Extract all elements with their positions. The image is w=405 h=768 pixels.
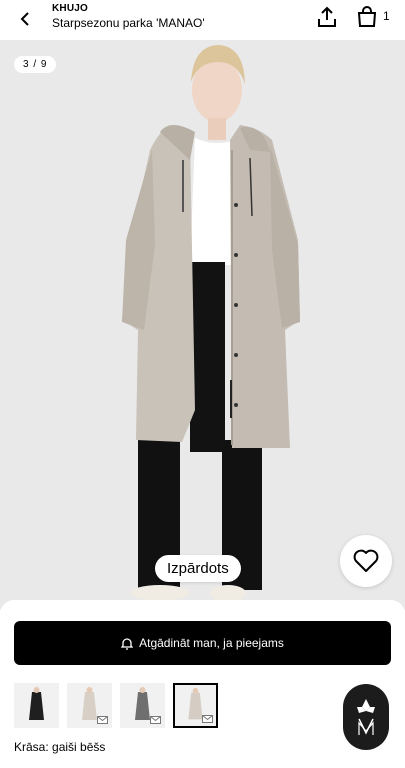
brand-name[interactable]: KHUJO: [52, 3, 88, 14]
chat-assistant-button[interactable]: [343, 684, 389, 750]
selected-color-label: Krāsa: gaiši bēšs: [14, 740, 106, 754]
product-photo: [122, 45, 300, 601]
product-actions-sheet: Atgādināt man, ja pieejams Krāsa: gaiši …: [0, 600, 405, 768]
bell-icon: [121, 637, 134, 650]
product-title: Starpsezonu parka 'MANAO': [52, 16, 205, 30]
image-counter: 3 / 9: [14, 56, 57, 73]
variant-image: [29, 687, 44, 720]
variant-thumb-black[interactable]: [14, 683, 59, 728]
share-icon: [318, 6, 336, 27]
back-button[interactable]: [12, 6, 38, 32]
cart-button[interactable]: [354, 4, 380, 30]
shopping-bag-icon: [357, 6, 377, 27]
back-icon: [20, 12, 29, 26]
variant-thumb-light-beige-selected[interactable]: [173, 683, 218, 728]
mail-icon: [97, 716, 108, 724]
color-variant-list: [14, 683, 218, 728]
mail-icon: [150, 716, 161, 724]
top-bar: KHUJO Starpsezonu parka 'MANAO' 1: [0, 0, 405, 40]
mail-icon: [202, 715, 213, 723]
wishlist-button[interactable]: [340, 535, 392, 587]
variant-thumb-light-beige[interactable]: [67, 683, 112, 728]
heart-icon: [353, 549, 379, 572]
product-image-gallery[interactable]: 3 / 9 Izpārdots: [0, 40, 405, 610]
notify-me-label: Atgādināt man, ja pieejams: [139, 636, 284, 650]
notify-me-button[interactable]: Atgādināt man, ja pieejams: [14, 621, 391, 665]
share-button[interactable]: [314, 4, 340, 30]
chat-assistant-icon: [357, 699, 375, 735]
cart-count: 1: [383, 9, 390, 23]
sold-out-badge: Izpārdots: [155, 555, 241, 582]
variant-thumb-grey[interactable]: [120, 683, 165, 728]
